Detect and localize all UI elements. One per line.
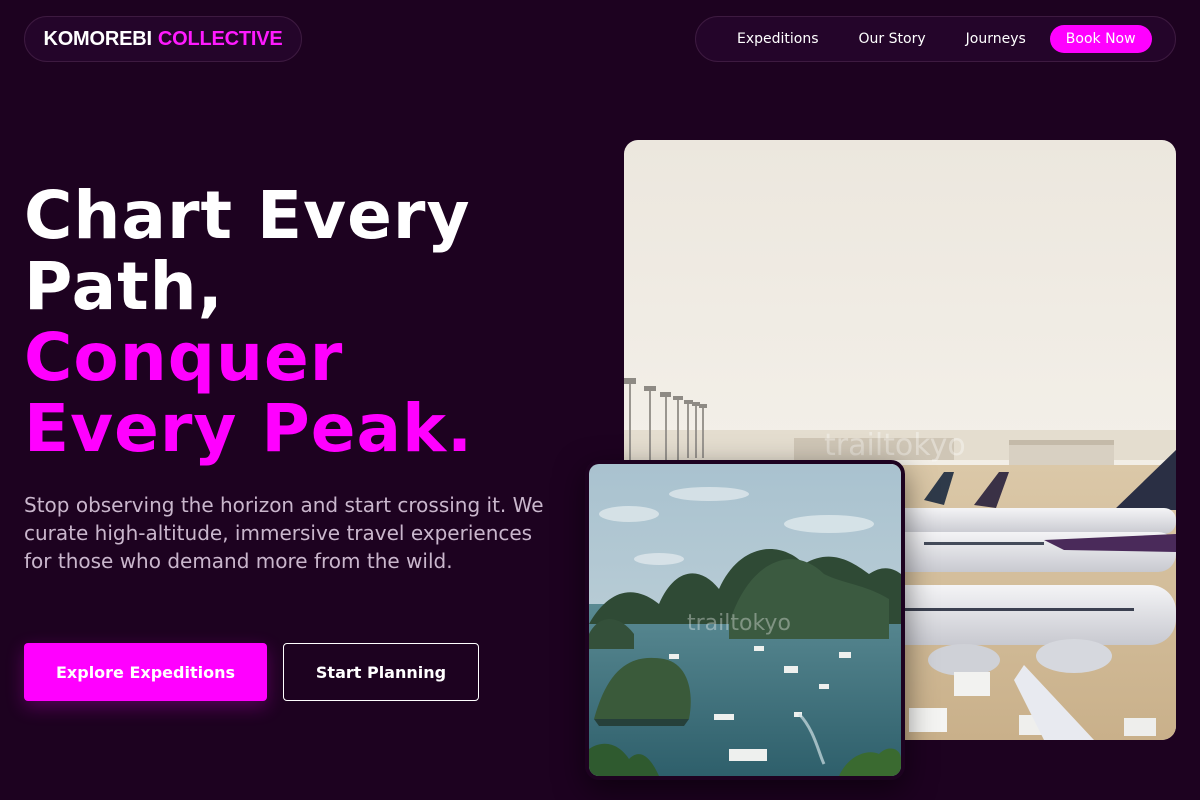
hero-title-line2: Path,: [24, 248, 224, 325]
nav-link-our-story[interactable]: Our Story: [859, 31, 926, 47]
nav-link-journeys[interactable]: Journeys: [966, 31, 1026, 47]
hero-title-line3: Conquer: [24, 319, 344, 396]
brand-name-part2: COLLECTIVE: [157, 27, 283, 50]
bay-photo: trailtokyo: [585, 460, 905, 780]
hero-title-line1: Chart Every: [24, 177, 471, 254]
main-nav: Expeditions Our Story Journeys Book Now: [695, 16, 1176, 62]
nav-link-expeditions[interactable]: Expeditions: [737, 31, 819, 47]
hero-subtitle: Stop observing the horizon and start cro…: [24, 493, 544, 573]
book-now-button[interactable]: Book Now: [1049, 25, 1152, 53]
bay-photo-watermark: trailtokyo: [687, 611, 791, 636]
brand-logo[interactable]: KOMOREBI COLLECTIVE: [24, 16, 302, 62]
explore-expeditions-button[interactable]: Explore Expeditions: [24, 643, 267, 701]
hero-title: Chart Every Path, Conquer Every Peak.: [24, 180, 473, 464]
start-planning-button[interactable]: Start Planning: [283, 643, 479, 701]
hero-title-line4: Every Peak.: [24, 390, 474, 467]
airport-photo-watermark: trailtokyo: [824, 428, 966, 463]
brand-name-part1: KOMOREBI: [43, 27, 152, 50]
